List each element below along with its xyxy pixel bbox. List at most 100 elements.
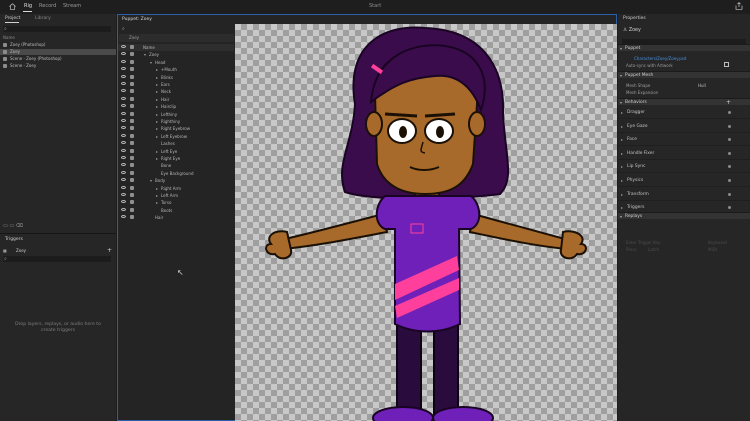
auto-sync-checkbox[interactable] <box>724 62 729 67</box>
mesh-shape-dropdown[interactable]: Hull <box>698 83 706 88</box>
eye-icon[interactable] <box>121 178 126 182</box>
expand-icon[interactable]: ▸ <box>156 149 158 154</box>
lock-icon[interactable] <box>130 126 134 131</box>
eye-icon[interactable] <box>121 185 126 189</box>
lock-icon[interactable] <box>130 74 134 79</box>
expand-icon[interactable]: ▸ <box>156 186 158 191</box>
eye-icon[interactable] <box>121 82 126 85</box>
layer-row[interactable]: ▸ Hair <box>118 96 234 103</box>
lock-icon[interactable] <box>130 119 134 123</box>
tab-stream[interactable]: Stream <box>63 3 81 9</box>
layer-row[interactable]: ▸ Hairclip <box>118 103 234 110</box>
chevron-right-icon[interactable]: ▸ <box>621 110 623 115</box>
section-behaviors[interactable]: ▾ Behaviors + <box>618 98 750 106</box>
lock-icon[interactable] <box>130 200 134 205</box>
chevron-right-icon[interactable]: ▸ <box>621 124 623 129</box>
eye-icon[interactable] <box>121 45 126 48</box>
puppet-panel-title[interactable]: Puppet: Zoey <box>122 17 152 22</box>
layer-row[interactable]: Hair <box>118 214 234 221</box>
behavior-item[interactable]: ▸ Transform <box>618 188 750 201</box>
eye-icon[interactable] <box>121 89 126 93</box>
eye-icon[interactable] <box>121 207 126 211</box>
layer-row[interactable]: Lashes <box>118 140 234 147</box>
layer-row[interactable]: Boots <box>118 207 234 214</box>
layer-row[interactable]: ▸ Left Arm <box>118 192 234 199</box>
eye-icon[interactable] <box>121 141 126 145</box>
tab-record[interactable]: Record <box>39 3 56 9</box>
behavior-item[interactable]: ▸ Handle Fixer <box>618 147 750 160</box>
eye-icon[interactable] <box>121 67 126 71</box>
add-icon[interactable]: + <box>726 99 731 106</box>
expand-icon[interactable]: ▸ <box>156 193 158 198</box>
chevron-right-icon[interactable]: ▸ <box>621 178 623 183</box>
layer-row[interactable]: Eye Background <box>118 170 234 177</box>
puppet-canvas[interactable] <box>235 24 617 421</box>
tab-library[interactable]: Library <box>35 16 51 21</box>
project-search-input[interactable]: ⌕ <box>3 26 111 32</box>
triggers-search-input[interactable]: ⌕ <box>3 256 111 262</box>
expand-icon[interactable]: ▾ <box>150 60 152 65</box>
eye-icon[interactable] <box>121 96 126 100</box>
eye-icon[interactable] <box>121 126 126 130</box>
lock-icon[interactable] <box>130 96 134 101</box>
layer-row[interactable]: ▸ Lefthiny <box>118 111 234 118</box>
section-puppet[interactable]: ▾ Puppet <box>618 44 750 51</box>
lock-icon[interactable] <box>130 104 134 109</box>
layer-row[interactable]: ▾ Zoey <box>118 51 234 58</box>
eye-icon[interactable] <box>121 148 126 152</box>
eye-icon[interactable] <box>121 215 126 219</box>
eye-icon[interactable] <box>121 104 126 108</box>
eye-icon[interactable] <box>121 170 126 174</box>
lock-icon[interactable] <box>130 156 134 160</box>
expand-icon[interactable]: ▸ <box>156 112 158 117</box>
lock-icon[interactable] <box>130 178 134 183</box>
eye-icon[interactable] <box>121 111 126 115</box>
eye-icon[interactable] <box>121 119 126 122</box>
share-icon[interactable] <box>735 2 743 10</box>
chevron-right-icon[interactable]: ▸ <box>621 164 623 169</box>
tab-project[interactable]: Project <box>5 16 20 21</box>
layer-row[interactable]: ▸ Ears <box>118 81 234 88</box>
behavior-toggle-icon[interactable] <box>728 179 731 182</box>
behavior-toggle-icon[interactable] <box>728 206 731 210</box>
lock-icon[interactable] <box>130 67 134 72</box>
section-replays[interactable]: ▾ Replays <box>618 212 750 219</box>
behavior-toggle-icon[interactable] <box>728 111 731 114</box>
layer-row[interactable]: ▸ Neck <box>118 88 234 95</box>
tab-rig[interactable]: Rig <box>24 3 32 9</box>
lock-icon[interactable] <box>130 193 134 197</box>
lock-icon[interactable] <box>130 89 134 94</box>
list-item-selected[interactable]: Zoey <box>0 49 116 55</box>
expand-icon[interactable]: ▸ <box>156 156 158 161</box>
list-item[interactable]: Scene - Zoey (Photoshop) <box>0 56 116 62</box>
behavior-item[interactable]: ▸ Eye Gaze <box>618 120 750 133</box>
layer-row[interactable]: ▸ +Mouth <box>118 66 234 73</box>
lock-icon[interactable] <box>130 163 134 168</box>
lock-icon[interactable] <box>130 45 134 49</box>
layer-row[interactable]: ▸ Right Eye <box>118 155 234 162</box>
eye-icon[interactable] <box>121 133 126 137</box>
layer-row[interactable]: Bone <box>118 162 234 169</box>
layer-row[interactable]: ▸ Right Eyebrow <box>118 125 234 132</box>
trash-icon[interactable]: ⌫ <box>16 223 23 229</box>
expand-icon[interactable]: ▸ <box>156 82 158 87</box>
eye-icon[interactable] <box>121 74 126 78</box>
lock-icon[interactable] <box>130 215 134 220</box>
layer-row[interactable]: ▸ Righthiny <box>118 118 234 125</box>
puppet-search-icon[interactable]: ⌕ <box>122 26 125 32</box>
eye-icon[interactable] <box>121 193 126 196</box>
lock-icon[interactable] <box>130 59 134 64</box>
lock-icon[interactable] <box>130 207 134 212</box>
expand-icon[interactable]: ▸ <box>156 119 158 124</box>
behavior-toggle-icon[interactable] <box>728 138 731 142</box>
expand-icon[interactable]: ▾ <box>150 178 152 183</box>
lock-icon[interactable] <box>130 133 134 138</box>
chevron-right-icon[interactable]: ▸ <box>621 192 623 197</box>
folder-icon[interactable]: ▭ <box>3 223 8 229</box>
expand-icon[interactable]: ▸ <box>156 97 158 102</box>
layer-row[interactable]: ▸ Left Eyebrow <box>118 133 234 140</box>
eye-icon[interactable] <box>121 163 126 167</box>
chevron-right-icon[interactable]: ▸ <box>621 137 623 142</box>
lock-icon[interactable] <box>130 111 134 116</box>
list-item[interactable]: Scene - Zoey <box>0 63 116 69</box>
